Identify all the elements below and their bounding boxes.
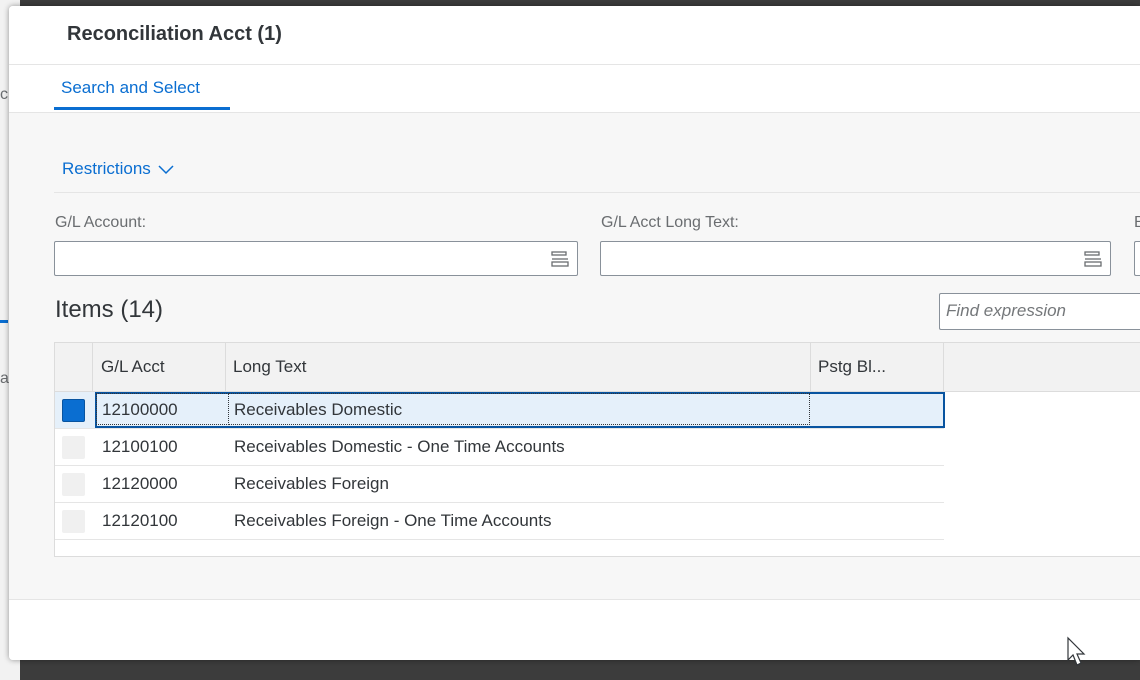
row-selector[interactable]	[62, 436, 85, 459]
table-row[interactable]: 12100100 Receivables Domestic - One Time…	[55, 429, 944, 466]
value-help-icon[interactable]	[1082, 248, 1104, 270]
third-filter-label: B	[1134, 214, 1140, 231]
column-header-gl-acct[interactable]: G/L Acct	[101, 343, 165, 391]
dialog-content: Restrictions G/L Account: G/L Acct Long …	[9, 113, 1140, 600]
value-help-icon[interactable]	[549, 248, 571, 270]
gl-acct-long-text-label: G/L Acct Long Text:	[601, 214, 739, 231]
cell-long-text: Receivables Domestic	[234, 400, 403, 419]
restrictions-label: Restrictions	[62, 159, 151, 178]
gl-acct-long-text-input[interactable]	[600, 241, 1111, 276]
row-selector[interactable]	[62, 473, 85, 496]
cell-gl-acct: 12120100	[102, 511, 178, 530]
mouse-cursor-icon	[1067, 636, 1086, 666]
chevron-down-icon	[158, 165, 174, 175]
table-row[interactable]: 12120100 Receivables Foreign - One Time …	[55, 503, 944, 540]
cell-gl-acct: 12100100	[102, 437, 178, 456]
tab-bar: Search and Select	[9, 65, 1140, 113]
value-help-dialog: Reconciliation Acct (1) Search and Selec…	[9, 6, 1140, 660]
row-selector[interactable]	[62, 399, 85, 422]
gl-account-input[interactable]	[54, 241, 578, 276]
column-header-pstg-bl[interactable]: Pstg Bl...	[818, 343, 886, 391]
cell-long-text: Receivables Domestic - One Time Accounts	[234, 437, 565, 456]
table-row[interactable]: 12100000 Receivables Domestic	[55, 392, 944, 429]
cell-long-text: Receivables Foreign	[234, 474, 389, 493]
cell-gl-acct: 12100000	[102, 400, 178, 419]
table-header: G/L Acct Long Text Pstg Bl...	[55, 343, 1140, 392]
cell-gl-acct: 12120000	[102, 474, 178, 493]
table-row[interactable]: 12120000 Receivables Foreign	[55, 466, 944, 503]
active-tab-indicator	[54, 107, 230, 110]
background-tab-indicator	[0, 320, 8, 323]
cell-long-text: Receivables Foreign - One Time Accounts	[234, 511, 552, 530]
items-table: G/L Acct Long Text Pstg Bl... 12100000 R…	[54, 342, 1140, 557]
restrictions-toggle[interactable]: Restrictions	[62, 159, 175, 179]
dialog-title: Reconciliation Acct (1)	[67, 23, 282, 45]
third-filter-input[interactable]	[1134, 241, 1140, 276]
find-expression-input[interactable]: Find expression	[939, 293, 1140, 330]
row-selector[interactable]	[62, 510, 85, 533]
background-text: a	[0, 370, 9, 387]
dialog-footer	[9, 600, 1140, 660]
background-text: c	[0, 86, 8, 103]
gl-account-label: G/L Account:	[55, 214, 147, 231]
tab-search-and-select[interactable]: Search and Select	[54, 65, 207, 111]
filter-separator	[54, 192, 1140, 193]
dialog-header: Reconciliation Acct (1)	[9, 6, 1140, 65]
items-title: Items (14)	[55, 296, 164, 323]
column-header-long-text[interactable]: Long Text	[233, 343, 306, 391]
